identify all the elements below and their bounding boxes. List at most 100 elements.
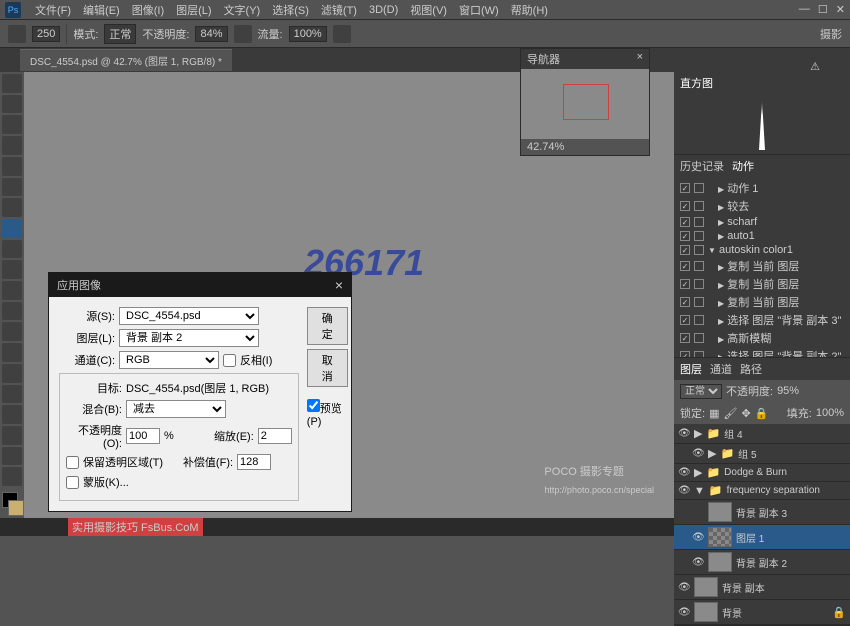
visibility-icon[interactable]: 👁 <box>692 532 704 543</box>
cancel-button[interactable]: 取消 <box>307 349 348 387</box>
blend-mode-select[interactable]: 正常 <box>104 24 136 44</box>
ok-button[interactable]: 确定 <box>307 307 348 345</box>
marquee-tool[interactable] <box>2 95 22 114</box>
hand-tool[interactable] <box>2 447 22 466</box>
layer-item[interactable]: 👁背景 副本 2 <box>674 550 850 575</box>
document-tab[interactable]: DSC_4554.psd @ 42.7% (图层 1, RGB/8) * <box>20 49 232 71</box>
gradient-tool[interactable] <box>2 302 22 321</box>
action-item[interactable]: ✓▶ 高斯模糊 <box>676 329 848 347</box>
background-swatch[interactable] <box>8 500 24 516</box>
lock-all-icon[interactable]: 🔒 <box>755 407 769 420</box>
eyedropper-tool[interactable] <box>2 178 22 197</box>
zoom-tool[interactable] <box>2 467 22 486</box>
lasso-tool[interactable] <box>2 115 22 134</box>
layer-item[interactable]: 👁背景 副本 <box>674 575 850 600</box>
visibility-icon[interactable]: 👁 <box>692 557 704 568</box>
workspace-select[interactable]: 摄影 <box>820 26 842 42</box>
heal-tool[interactable] <box>2 198 22 217</box>
visibility-icon[interactable]: 👁 <box>678 582 690 593</box>
action-item[interactable]: ✓▼ autoskin color1 <box>676 243 848 257</box>
history-tab[interactable]: 历史记录 <box>680 158 724 174</box>
action-item[interactable]: ✓▶ 选择 图层 "背景 副本 3" <box>676 311 848 329</box>
navigator-close-icon[interactable]: × <box>637 51 643 67</box>
actions-tab[interactable]: 动作 <box>732 158 754 174</box>
menu-edit[interactable]: 编辑(E) <box>77 2 126 18</box>
layer-item[interactable]: 背景 副本 3 <box>674 500 850 525</box>
visibility-icon[interactable]: 👁 <box>678 485 690 496</box>
layer-item[interactable]: 👁▶📁组 5 <box>674 444 850 464</box>
dialog-close-icon[interactable]: × <box>335 277 343 293</box>
menu-layer[interactable]: 图层(L) <box>170 2 217 18</box>
offset-input[interactable] <box>237 454 271 470</box>
airbrush-icon[interactable] <box>333 25 351 43</box>
menu-help[interactable]: 帮助(H) <box>505 2 554 18</box>
layer-select[interactable]: 背景 副本 2 <box>119 329 259 347</box>
lock-paint-icon[interactable]: 🖌 <box>723 407 737 420</box>
visibility-icon[interactable]: 👁 <box>678 467 690 478</box>
crop-tool[interactable] <box>2 157 22 176</box>
move-tool[interactable] <box>2 74 22 93</box>
action-item[interactable]: ✓▶ 复制 当前 图层 <box>676 293 848 311</box>
blend-select[interactable]: 减去 <box>126 400 226 418</box>
brush-preset-icon[interactable] <box>8 25 26 43</box>
lock-trans-icon[interactable]: ▦ <box>709 407 719 420</box>
close-icon[interactable]: ✕ <box>836 3 845 16</box>
layer-item[interactable]: 👁背景🔒 <box>674 600 850 625</box>
channel-select[interactable]: RGB <box>119 351 219 369</box>
visibility-icon[interactable]: 👁 <box>678 607 690 618</box>
blur-tool[interactable] <box>2 322 22 341</box>
menu-window[interactable]: 窗口(W) <box>453 2 505 18</box>
pen-tool[interactable] <box>2 364 22 383</box>
action-item[interactable]: ✓▶ 复制 当前 图层 <box>676 257 848 275</box>
menu-file[interactable]: 文件(F) <box>29 2 77 18</box>
layer-item[interactable]: 👁▼📁frequency separation <box>674 482 850 500</box>
dodge-tool[interactable] <box>2 343 22 362</box>
layers-tab[interactable]: 图层 <box>680 361 702 377</box>
menu-view[interactable]: 视图(V) <box>404 2 453 18</box>
brush-size[interactable]: 250 <box>32 26 60 42</box>
navigator-zoom[interactable]: 42.74% <box>527 141 564 153</box>
preview-checkbox[interactable] <box>307 399 320 412</box>
action-item[interactable]: ✓▶ 较去 <box>676 197 848 215</box>
lock-pos-icon[interactable]: ✥ <box>741 407 750 420</box>
layer-item[interactable]: 👁图层 1 <box>674 525 850 550</box>
navigator-preview[interactable] <box>521 69 649 139</box>
flow-input[interactable]: 100% <box>289 26 327 42</box>
maximize-icon[interactable]: ☐ <box>818 3 828 16</box>
history-brush-tool[interactable] <box>2 260 22 279</box>
histogram-tab[interactable]: 直方图 <box>680 75 713 91</box>
minimize-icon[interactable]: — <box>799 3 810 16</box>
action-item[interactable]: ✓▶ scharf <box>676 215 848 229</box>
menu-filter[interactable]: 滤镜(T) <box>315 2 363 18</box>
opacity-input[interactable]: 84% <box>195 26 227 42</box>
source-select[interactable]: DSC_4554.psd <box>119 307 259 325</box>
layer-blend-select[interactable]: 正常 <box>680 384 722 399</box>
action-item[interactable]: ✓▶ 选择 图层 "背景 副本 2" <box>676 347 848 357</box>
paths-tab[interactable]: 路径 <box>740 361 762 377</box>
layer-opacity-input[interactable]: 95% <box>777 385 799 397</box>
dlg-opacity-input[interactable] <box>126 428 160 444</box>
layer-item[interactable]: 👁▶📁组 4 <box>674 424 850 444</box>
wand-tool[interactable] <box>2 136 22 155</box>
channels-tab[interactable]: 通道 <box>710 361 732 377</box>
path-tool[interactable] <box>2 405 22 424</box>
action-item[interactable]: ✓▶ 复制 当前 图层 <box>676 275 848 293</box>
invert-checkbox[interactable] <box>223 354 236 367</box>
preserve-checkbox[interactable] <box>66 456 79 469</box>
stamp-tool[interactable] <box>2 240 22 259</box>
fill-input[interactable]: 100% <box>816 407 844 419</box>
menu-type[interactable]: 文字(Y) <box>218 2 267 18</box>
action-item[interactable]: ✓▶ auto1 <box>676 229 848 243</box>
menu-3d[interactable]: 3D(D) <box>363 4 404 16</box>
mask-checkbox[interactable] <box>66 476 79 489</box>
eraser-tool[interactable] <box>2 281 22 300</box>
visibility-icon[interactable]: 👁 <box>678 428 690 439</box>
brush-tool[interactable] <box>2 219 22 238</box>
pressure-opacity-icon[interactable] <box>234 25 252 43</box>
layer-item[interactable]: 👁▶📁Dodge & Burn <box>674 464 850 482</box>
action-item[interactable]: ✓▶ 动作 1 <box>676 179 848 197</box>
shape-tool[interactable] <box>2 426 22 445</box>
menu-select[interactable]: 选择(S) <box>266 2 315 18</box>
type-tool[interactable] <box>2 385 22 404</box>
scale-input[interactable] <box>258 428 292 444</box>
